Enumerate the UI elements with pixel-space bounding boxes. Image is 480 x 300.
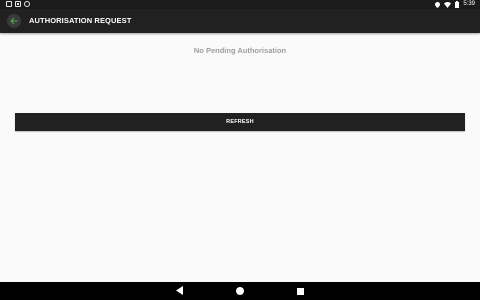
back-button[interactable] xyxy=(7,14,21,28)
sync-icon xyxy=(24,1,30,7)
status-notifications xyxy=(6,1,30,7)
notification-icon xyxy=(6,1,12,7)
nav-recents-button[interactable] xyxy=(295,286,305,296)
nav-home-button[interactable] xyxy=(235,286,245,296)
screen: 5:39 AUTHORISATION REQUEST No Pending Au… xyxy=(0,0,480,300)
empty-state-message: No Pending Authorisation xyxy=(193,46,287,55)
navigation-bar xyxy=(0,282,480,300)
refresh-button[interactable]: REFRESH xyxy=(15,113,465,131)
arrow-left-icon xyxy=(10,12,18,30)
location-icon xyxy=(435,1,441,8)
home-circle-icon xyxy=(236,282,244,300)
app-bar: AUTHORISATION REQUEST xyxy=(0,9,480,33)
battery-icon xyxy=(455,1,460,8)
back-triangle-icon xyxy=(176,282,184,300)
status-time: 5:39 xyxy=(463,1,475,7)
status-bar: 5:39 xyxy=(0,0,480,9)
wifi-icon xyxy=(444,1,452,8)
download-icon xyxy=(15,1,21,7)
nav-back-button[interactable] xyxy=(175,286,185,296)
status-indicators: 5:39 xyxy=(435,0,475,9)
recents-square-icon xyxy=(296,282,304,300)
page-title: AUTHORISATION REQUEST xyxy=(29,16,132,25)
